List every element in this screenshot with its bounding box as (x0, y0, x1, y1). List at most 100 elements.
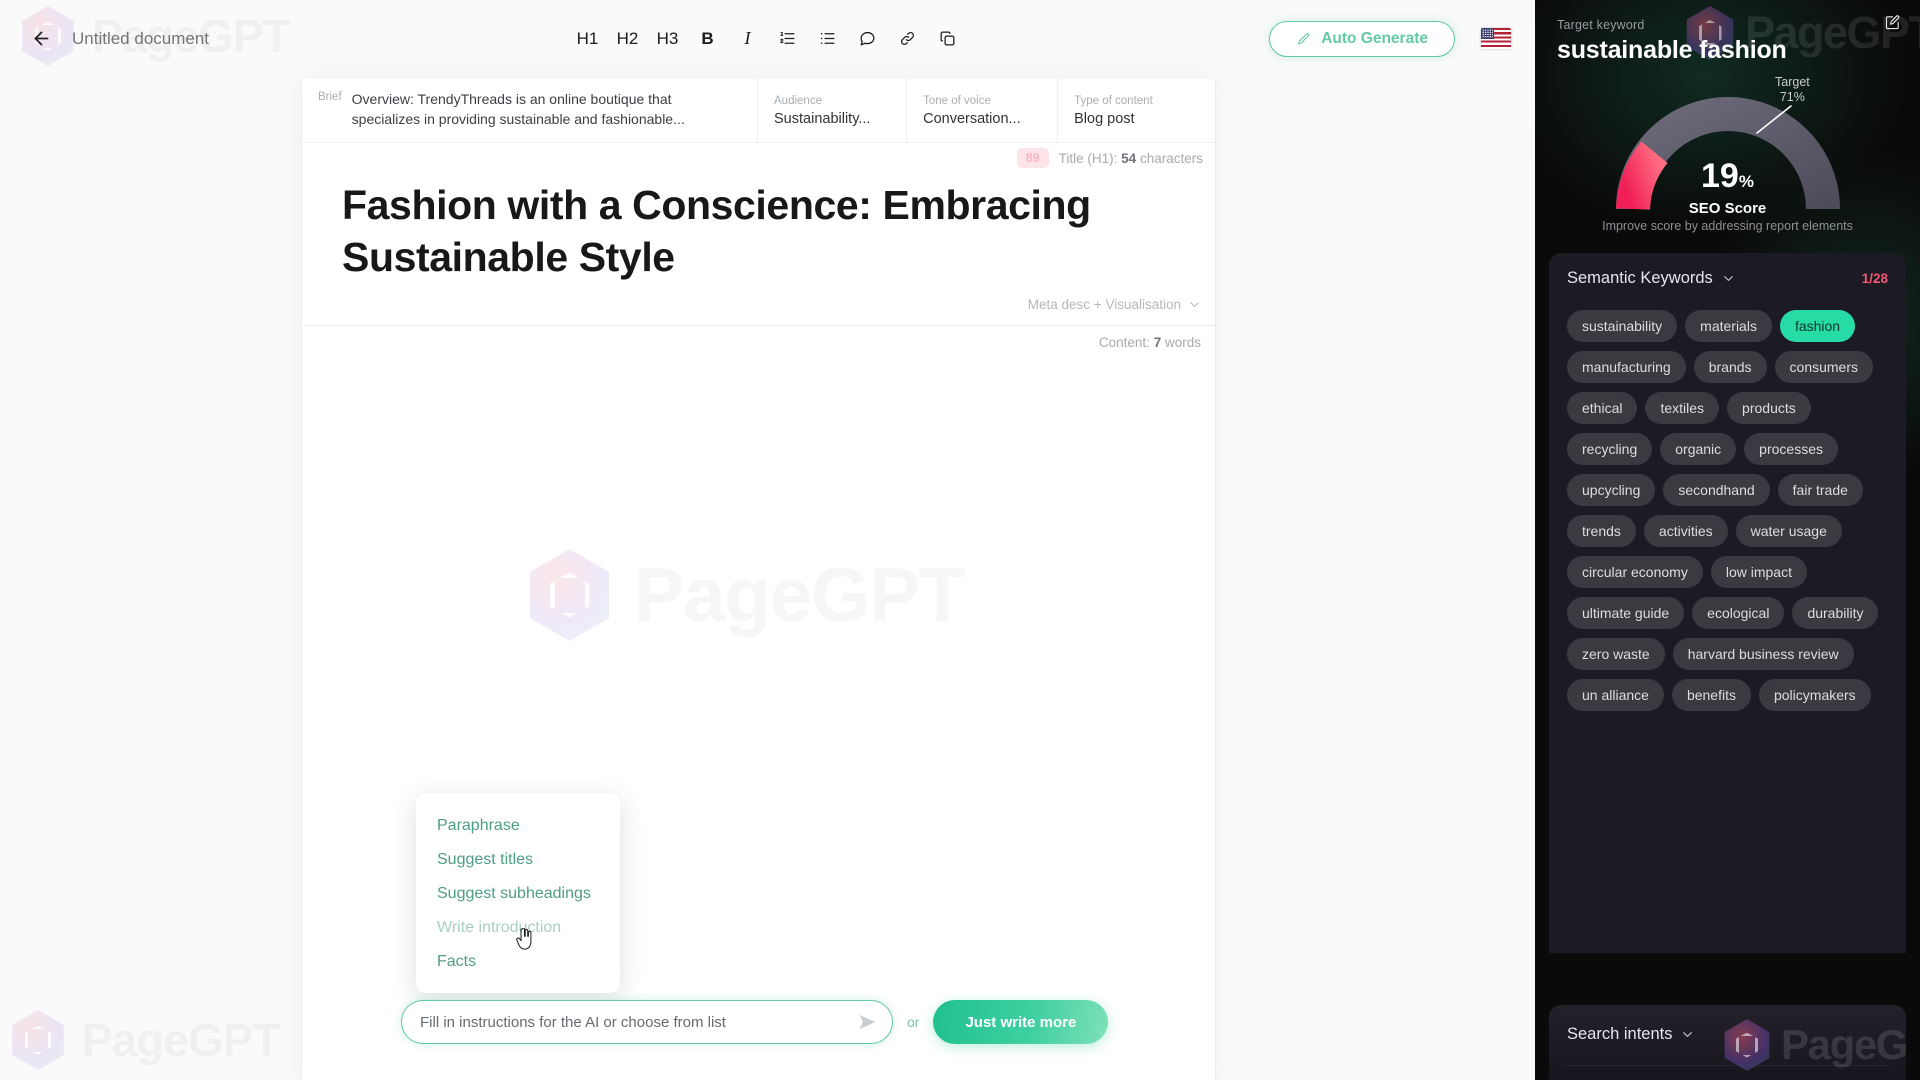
brief-label: Brief (318, 91, 342, 103)
copy-icon (940, 31, 955, 46)
ai-prompt-input[interactable] (402, 1001, 892, 1043)
ordered-list-icon (780, 32, 795, 44)
semantic-keyword-chip[interactable]: organic (1660, 433, 1737, 465)
watermark-bottom-left: PageGPT (8, 1010, 281, 1070)
search-intents-toggle[interactable]: Search intents (1549, 1005, 1906, 1044)
semantic-keyword-chip[interactable]: consumers (1774, 351, 1873, 383)
bullet-list-icon (820, 32, 835, 45)
seo-score-label: SEO Score (1688, 200, 1767, 217)
edit-keyword-button[interactable] (1880, 12, 1904, 36)
bullet-list-button[interactable] (817, 25, 839, 53)
send-prompt-button[interactable] (856, 1011, 878, 1033)
semantic-keyword-chip[interactable]: ultimate guide (1567, 597, 1685, 629)
bold-button[interactable]: B (697, 25, 719, 53)
brief-overview-text: Overview: TrendyThreads is an online bou… (351, 91, 685, 127)
meta-desc-row: Meta desc + Visualisation (302, 283, 1215, 312)
title-meta-count: 54 (1121, 150, 1137, 166)
target-keyword-label: Target keyword (1557, 18, 1645, 32)
brief-overview-cell[interactable]: Brief Overview: TrendyThreads is an onli… (302, 79, 759, 142)
pencil-icon (1298, 32, 1310, 45)
semantic-keyword-chip[interactable]: activities (1643, 515, 1728, 547)
arrow-left-icon (34, 31, 48, 46)
title-character-count: Title (H1): 54 characters (1059, 151, 1205, 166)
heading-3-button[interactable]: H3 (657, 25, 679, 53)
semantic-keywords-card: Semantic Keywords 1/28 sustainability mat… (1549, 253, 1906, 953)
semantic-keyword-chip[interactable]: low impact (1710, 556, 1807, 588)
semantic-keyword-chip[interactable]: circular economy (1567, 556, 1703, 588)
chevron-down-icon (1190, 302, 1199, 307)
semantic-keyword-chip[interactable]: harvard business review (1672, 638, 1854, 670)
ai-menu-item-paraphrase[interactable]: Paraphrase (416, 809, 620, 843)
gauge-target-annotation: Target 71% (1775, 75, 1810, 105)
seo-score-gauge: Target 71% 19% SEO Score Improve score b… (1535, 67, 1920, 247)
link-button[interactable] (897, 25, 919, 53)
brief-audience-cell[interactable]: Audience Sustainability... (758, 79, 908, 142)
italic-button[interactable]: I (737, 25, 759, 53)
auto-generate-label: Auto Generate (1321, 29, 1428, 47)
gauge-center: 19% SEO Score (1628, 159, 1828, 217)
ai-prompt-input-wrap (401, 1000, 893, 1044)
top-toolbar: H1 H2 H3 B I (0, 0, 1535, 77)
brief-tone-value: Conversation... (923, 110, 1021, 127)
watermark-text-bottom: PageGPT (82, 1014, 281, 1066)
gauge-target-value: 71% (1779, 90, 1805, 104)
content-count-value: 7 (1153, 335, 1162, 350)
semantic-keyword-chip[interactable]: products (1727, 392, 1811, 424)
semantic-keyword-chip[interactable]: ecological (1692, 597, 1785, 629)
semantic-keywords-toggle[interactable]: Semantic Keywords (1567, 269, 1735, 288)
semantic-keyword-chip[interactable]: fair trade (1777, 474, 1863, 506)
semantic-keyword-chip[interactable]: un alliance (1567, 679, 1664, 711)
link-icon (901, 32, 914, 45)
semantic-keywords-title: Semantic Keywords (1567, 269, 1713, 287)
semantic-keyword-chip[interactable]: brands (1693, 351, 1767, 383)
content-count-suffix: words (1164, 335, 1201, 350)
semantic-keyword-chip[interactable]: recycling (1567, 433, 1653, 465)
search-intents-title: Search intents (1567, 1025, 1673, 1043)
semantic-keyword-chip[interactable]: ethical (1567, 392, 1638, 424)
pagegpt-logo-icon (8, 1010, 68, 1070)
semantic-keyword-chip[interactable]: durability (1792, 597, 1879, 629)
title-meta-row: 89 Title (H1): 54 characters (302, 143, 1215, 173)
semantic-keyword-chip[interactable]: fashion (1779, 310, 1856, 342)
ai-menu-item-suggest-subheadings[interactable]: Suggest subheadings (416, 877, 620, 911)
title-meta-prefix: Title (H1): (1058, 150, 1118, 166)
formatting-tools: H1 H2 H3 B I (577, 0, 959, 77)
semantic-keyword-chip[interactable]: benefits (1671, 679, 1751, 711)
semantic-keyword-chip[interactable]: materials (1685, 310, 1772, 342)
meta-desc-visualisation-button[interactable]: Meta desc + Visualisation (1028, 297, 1201, 312)
brief-type-cell[interactable]: Type of content Blog post (1058, 79, 1215, 142)
heading-1-button[interactable]: H1 (577, 25, 599, 53)
copy-button[interactable] (937, 25, 959, 53)
edit-icon (1885, 15, 1899, 30)
us-flag-icon[interactable] (1481, 28, 1511, 49)
editor-pane: PageGPT H1 H2 H3 B I (0, 0, 1535, 1080)
brief-tone-cell[interactable]: Tone of voice Conversation... (907, 79, 1059, 142)
ai-menu-item-suggest-titles[interactable]: Suggest titles (416, 843, 620, 877)
brief-type-value: Blog post (1074, 110, 1135, 127)
semantic-keyword-chip[interactable]: textiles (1645, 392, 1720, 424)
document-h1[interactable]: Fashion with a Conscience: Embracing Sus… (342, 179, 1175, 283)
semantic-keyword-chip[interactable]: zero waste (1567, 638, 1665, 670)
semantic-keyword-chip[interactable]: upcycling (1567, 474, 1656, 506)
search-intents-divider (1565, 1065, 1890, 1066)
semantic-keyword-chip[interactable]: policymakers (1758, 679, 1871, 711)
heading-2-button[interactable]: H2 (617, 25, 639, 53)
ai-menu-item-facts[interactable]: Facts (416, 945, 620, 979)
brief-strip: Brief Overview: TrendyThreads is an onli… (302, 79, 1215, 143)
comment-button[interactable] (857, 25, 879, 53)
semantic-keyword-chip[interactable]: manufacturing (1567, 351, 1686, 383)
semantic-keyword-chip[interactable]: secondhand (1663, 474, 1770, 506)
semantic-keyword-chip[interactable]: trends (1567, 515, 1636, 547)
ordered-list-button[interactable] (777, 25, 799, 53)
back-button[interactable] (24, 22, 58, 56)
ai-menu-item-write-introduction[interactable]: Write introduction (416, 911, 620, 945)
semantic-keyword-chip[interactable]: sustainability (1567, 310, 1678, 342)
just-write-more-button[interactable]: Just write more (933, 1000, 1109, 1044)
content-count-prefix: Content: (1098, 335, 1150, 350)
brief-audience-value: Sustainability... (774, 110, 871, 127)
chevron-down-icon (1723, 276, 1733, 281)
auto-generate-button[interactable]: Auto Generate (1269, 20, 1455, 57)
document-title-input[interactable] (72, 28, 302, 49)
semantic-keyword-chip[interactable]: water usage (1735, 515, 1842, 547)
semantic-keyword-chip[interactable]: processes (1744, 433, 1838, 465)
